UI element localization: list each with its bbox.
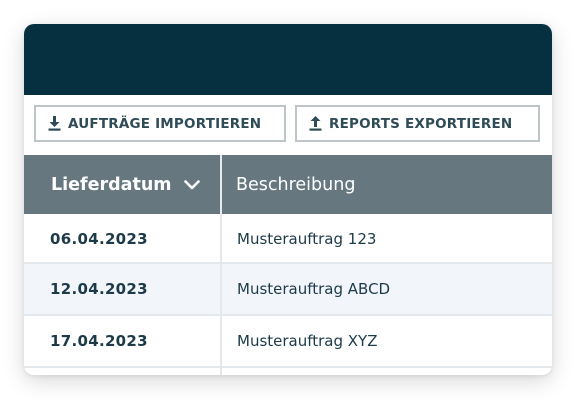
toolbar: AUFTRÄGE IMPORTIEREN REPORTS EXPORTIEREN — [24, 95, 552, 155]
export-reports-button[interactable]: REPORTS EXPORTIEREN — [295, 105, 540, 142]
description-cell: Musterauftrag 123 — [237, 230, 377, 248]
column-divider — [220, 214, 222, 375]
column-header-description: Beschreibung — [221, 155, 552, 214]
export-reports-label: REPORTS EXPORTIEREN — [329, 115, 513, 132]
description-cell: Musterauftrag XYZ — [237, 332, 378, 350]
column-header-label: Beschreibung — [236, 174, 356, 195]
chevron-down-icon — [183, 179, 200, 190]
import-orders-button[interactable]: AUFTRÄGE IMPORTIEREN — [34, 105, 286, 142]
table-row[interactable]: 12.04.2023 Musterauftrag ABCD — [24, 264, 552, 314]
header-bar — [24, 24, 552, 95]
header-column-divider — [220, 155, 222, 214]
orders-card: AUFTRÄGE IMPORTIEREN REPORTS EXPORTIEREN… — [24, 24, 552, 375]
import-orders-label: AUFTRÄGE IMPORTIEREN — [68, 115, 262, 132]
download-icon — [48, 116, 61, 131]
delivery-date-cell: 06.04.2023 — [50, 230, 148, 248]
column-header-label: Lieferdatum — [51, 174, 172, 195]
delivery-date-cell: 12.04.2023 — [50, 280, 148, 298]
table-row[interactable]: 17.04.2023 Musterauftrag XYZ — [24, 316, 552, 366]
upload-icon — [309, 116, 322, 131]
column-header-delivery-date[interactable]: Lieferdatum — [24, 155, 220, 214]
table-row[interactable]: 06.04.2023 Musterauftrag 123 — [24, 214, 552, 264]
table-header: Lieferdatum Beschreibung — [24, 155, 552, 214]
description-cell: Musterauftrag ABCD — [237, 280, 391, 298]
delivery-date-cell: 17.04.2023 — [50, 332, 148, 350]
row-divider — [24, 366, 552, 368]
